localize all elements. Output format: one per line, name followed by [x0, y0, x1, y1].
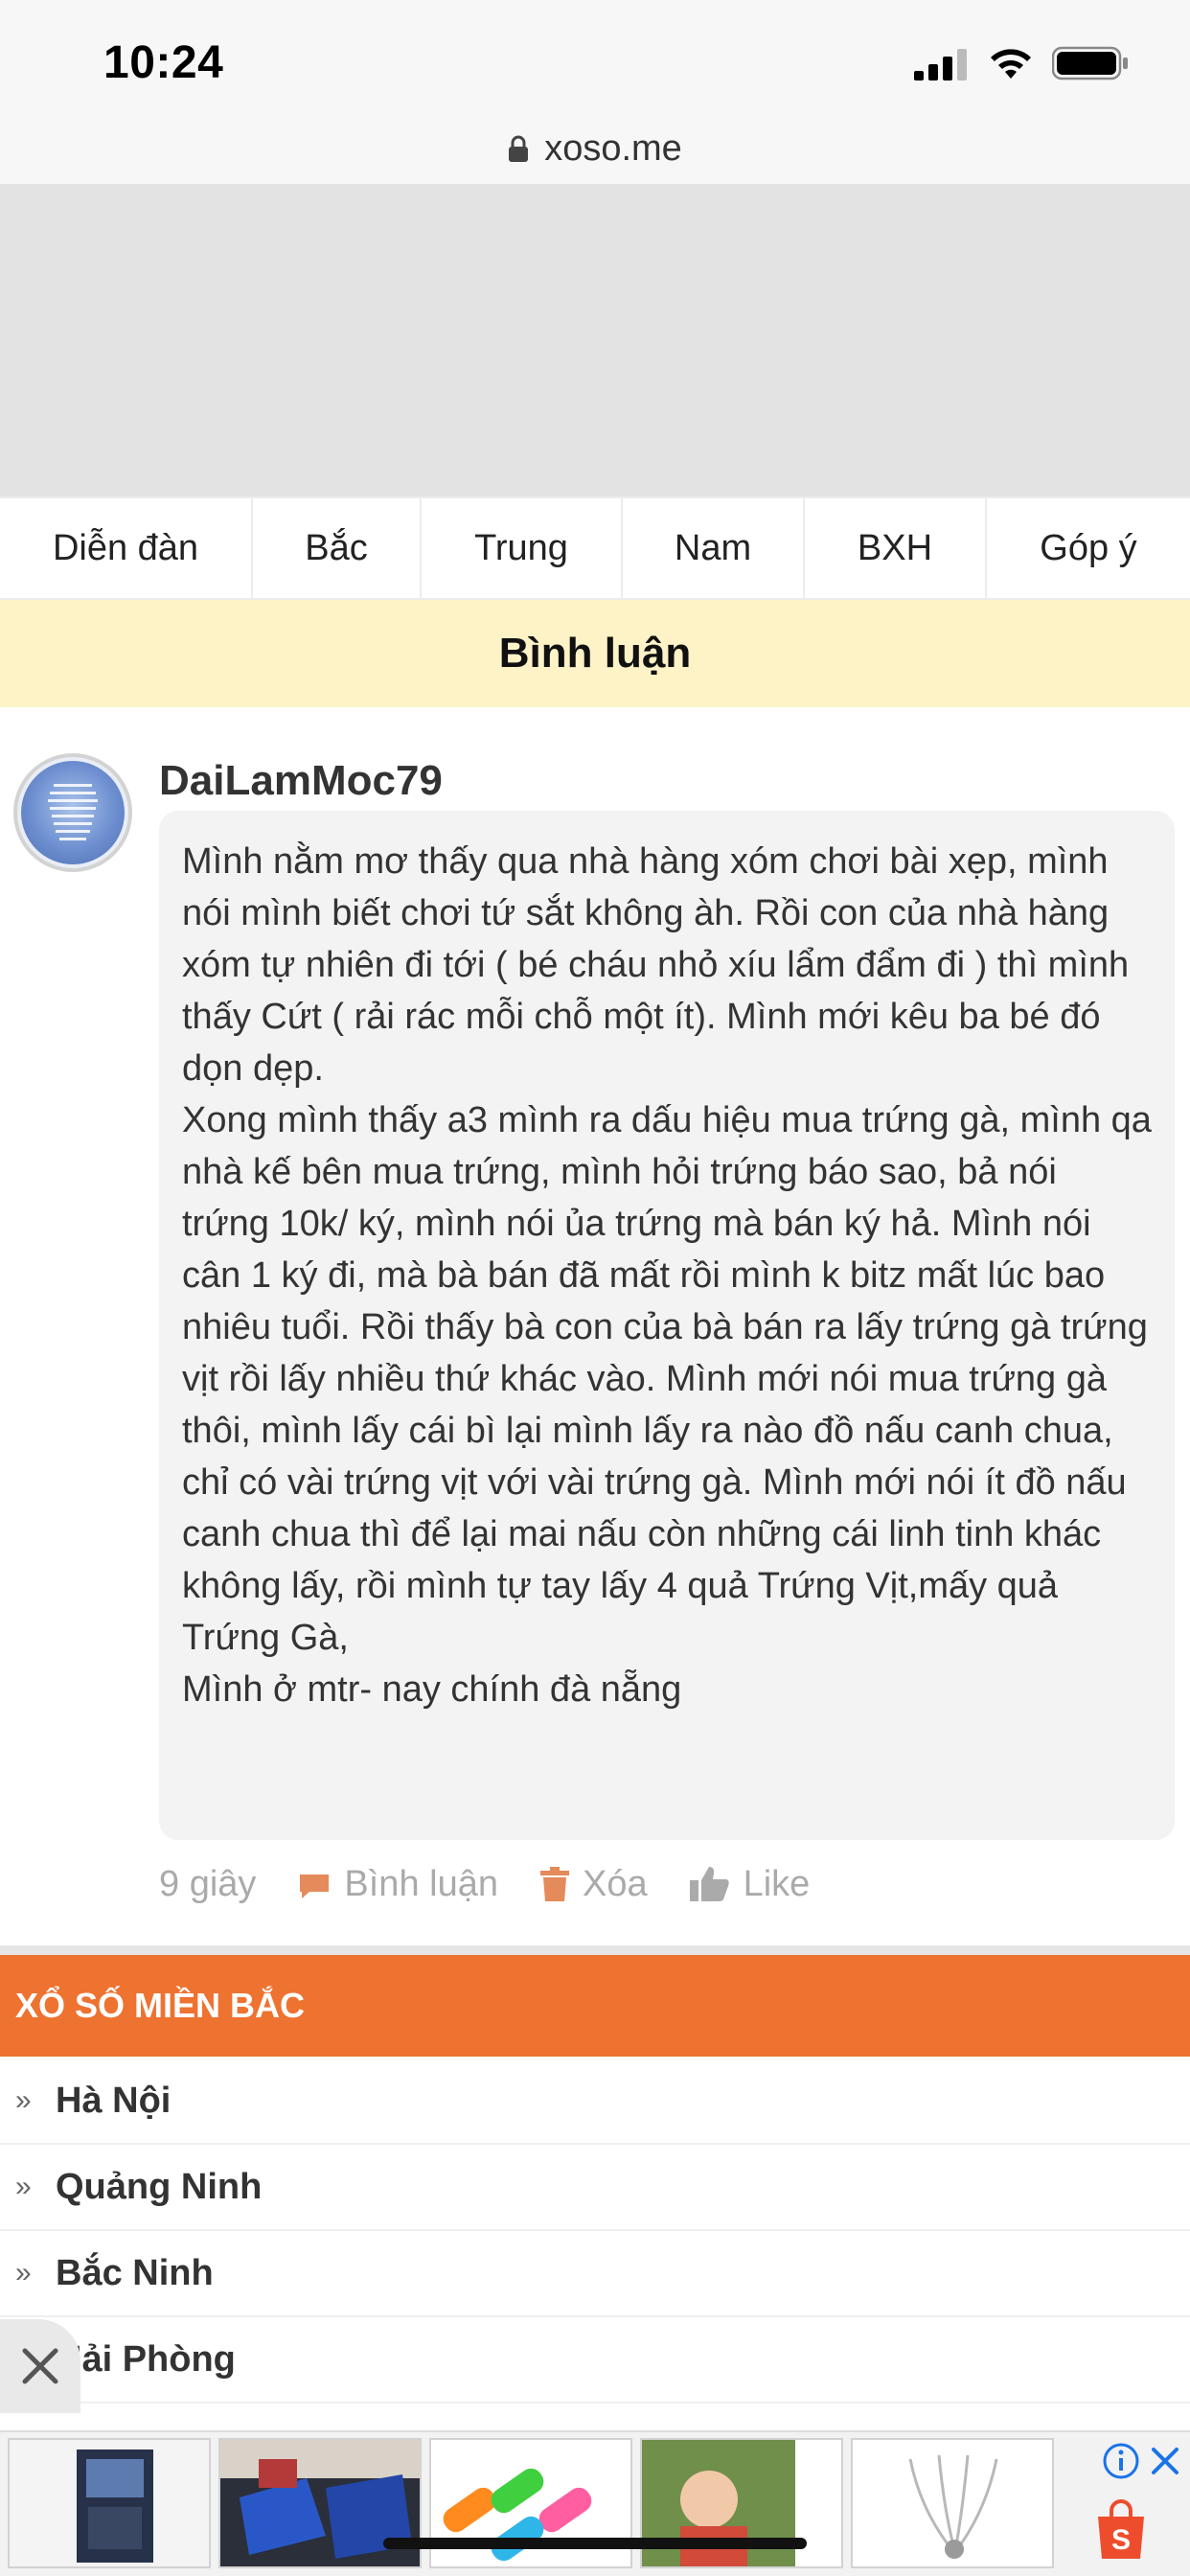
- avatar-image: [21, 761, 125, 864]
- nav-item-dien-dan[interactable]: Diễn đàn: [0, 498, 253, 598]
- browser-url-bar[interactable]: xoso.me: [0, 125, 1190, 184]
- ad-product-thumbnail[interactable]: [851, 2438, 1054, 2568]
- comment-icon: [300, 1874, 330, 1898]
- section-header: Bình luận: [0, 600, 1190, 707]
- comment-text: Mình nằm mơ thấy qua nhà hàng xóm chơi b…: [182, 841, 1152, 1710]
- comment-username[interactable]: DaiLamMoc79: [159, 757, 443, 805]
- close-ad-button[interactable]: [0, 2319, 80, 2413]
- product-image: [853, 2440, 1052, 2566]
- nav-item-bac[interactable]: Bắc: [253, 498, 422, 598]
- bottom-ad-banner[interactable]: S: [0, 2430, 1190, 2576]
- province-name: Hà Nội: [56, 2080, 172, 2121]
- ad-info-icon[interactable]: [1102, 2442, 1140, 2480]
- wifi-icon: [991, 49, 1031, 79]
- nav-item-bxh[interactable]: BXH: [805, 498, 987, 598]
- section-title: Bình luận: [498, 630, 692, 677]
- double-chevron-right-icon: »: [15, 2084, 32, 2116]
- cellular-signal-icon: [914, 49, 967, 80]
- list-item[interactable]: » Hà Nội: [0, 2058, 1190, 2145]
- comment-time: 9 giây: [159, 1864, 256, 1905]
- double-chevron-right-icon: »: [15, 2171, 32, 2202]
- comment-time-label: 9 giây: [159, 1863, 257, 1904]
- ad-close-icon[interactable]: [1146, 2442, 1184, 2480]
- shopping-bag-icon[interactable]: S: [1092, 2499, 1150, 2561]
- lock-icon: [509, 135, 529, 162]
- home-indicator[interactable]: [383, 2538, 807, 2549]
- province-name: Hải Phòng: [56, 2338, 236, 2380]
- close-icon: [22, 2348, 58, 2384]
- reply-label: Bình luận: [344, 1863, 498, 1904]
- product-image: [10, 2440, 209, 2566]
- url-text: xoso.me: [544, 127, 682, 169]
- delete-label: Xóa: [582, 1863, 648, 1904]
- avatar[interactable]: [13, 753, 132, 872]
- battery-icon: [1052, 46, 1128, 80]
- province-name: Quảng Ninh: [56, 2166, 263, 2207]
- region-header[interactable]: XỔ SỐ MIỀN BẮC: [0, 1955, 1190, 2057]
- list-item[interactable]: » Bắc Ninh: [0, 2231, 1190, 2317]
- thumbs-up-icon: [689, 1867, 729, 1901]
- province-list: » Hà Nội » Quảng Ninh » Bắc Ninh » Hải P…: [0, 2058, 1190, 2404]
- nav-item-nam[interactable]: Nam: [623, 498, 805, 598]
- status-bar: 10:24: [0, 0, 1190, 125]
- status-time: 10:24: [103, 37, 224, 88]
- nav-item-gop-y[interactable]: Góp ý: [987, 498, 1190, 598]
- comment-actions: 9 giây Bình luận Xóa Like: [159, 1857, 852, 1911]
- double-chevron-right-icon: »: [15, 2257, 32, 2288]
- list-item[interactable]: » Quảng Ninh: [0, 2145, 1190, 2231]
- main-nav: Diễn đàn Bắc Trung Nam BXH Góp ý: [0, 496, 1190, 600]
- like-label: Like: [743, 1863, 811, 1904]
- like-button[interactable]: Like: [689, 1863, 811, 1905]
- avatar-text-decoration: [48, 784, 98, 840]
- section-divider: [0, 1945, 1190, 1955]
- region-title: XỔ SỐ MIỀN BẮC: [15, 1986, 306, 2025]
- ad-banner-placeholder[interactable]: [0, 184, 1190, 496]
- list-item[interactable]: » Hải Phòng: [0, 2317, 1190, 2404]
- province-name: Bắc Ninh: [56, 2252, 214, 2293]
- trash-icon: [539, 1867, 569, 1901]
- nav-item-trung[interactable]: Trung: [422, 498, 623, 598]
- reply-button[interactable]: Bình luận: [298, 1864, 498, 1905]
- delete-button[interactable]: Xóa: [539, 1863, 648, 1905]
- svg-text:S: S: [1111, 2524, 1131, 2556]
- comment-bubble: Mình nằm mơ thấy qua nhà hàng xóm chơi b…: [159, 811, 1175, 1840]
- ad-product-thumbnail[interactable]: [8, 2438, 211, 2568]
